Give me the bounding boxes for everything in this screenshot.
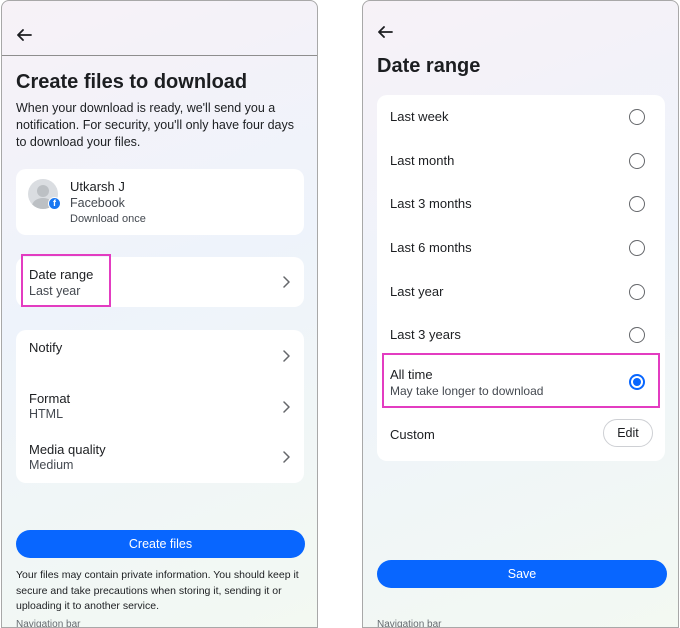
range-option-last-week[interactable]: Last week — [377, 95, 665, 138]
radio-selected-icon[interactable] — [629, 374, 645, 390]
header-divider — [2, 55, 317, 56]
create-files-screen: Create files to download When your downl… — [1, 0, 318, 628]
account-card: f Utkarsh J Facebook Download once — [16, 169, 304, 235]
date-range-value: Last year — [29, 284, 81, 298]
custom-label: Custom — [390, 427, 435, 442]
range-label: Last year — [390, 284, 444, 299]
radio-icon[interactable] — [629, 327, 645, 343]
range-option-last-6-months[interactable]: Last 6 months — [377, 226, 665, 269]
chevron-right-icon — [283, 451, 290, 463]
notify-row[interactable]: Notify — [16, 330, 304, 378]
navigation-bar-peek: Navigation bar — [16, 619, 81, 628]
date-range-row[interactable]: Date range Last year — [16, 257, 304, 307]
radio-icon[interactable] — [629, 284, 645, 300]
chevron-right-icon — [283, 401, 290, 413]
format-value: HTML — [29, 407, 64, 421]
range-option-all-time[interactable]: All time May take longer to download — [377, 359, 665, 409]
edit-button[interactable]: Edit — [603, 419, 653, 447]
account-note: Download once — [70, 213, 146, 225]
chevron-right-icon — [283, 350, 290, 362]
save-button[interactable]: Save — [377, 560, 667, 588]
create-files-button[interactable]: Create files — [16, 530, 305, 558]
range-label: Last 3 months — [390, 196, 472, 211]
range-option-last-month[interactable]: Last month — [377, 139, 665, 182]
media-quality-value: Medium — [29, 458, 74, 472]
page-title: Create files to download — [16, 71, 248, 93]
chevron-right-icon — [283, 276, 290, 288]
radio-icon[interactable] — [629, 240, 645, 256]
navigation-bar-peek: Navigation bar — [377, 619, 442, 628]
page-title: Date range — [377, 55, 481, 77]
range-label: Last week — [390, 109, 449, 124]
radio-icon[interactable] — [629, 196, 645, 212]
range-option-last-year[interactable]: Last year — [377, 270, 665, 313]
range-label: Last 6 months — [390, 240, 472, 255]
privacy-disclaimer: Your files may contain private informati… — [16, 569, 299, 612]
format-label: Format — [29, 391, 71, 406]
radio-icon[interactable] — [629, 153, 645, 169]
range-label: Last month — [390, 153, 455, 168]
date-range-options: Last week Last month Last 3 months Last … — [377, 95, 665, 461]
date-range-screen: Date range Last week Last month Last 3 m… — [362, 0, 679, 628]
account-name: Utkarsh J — [70, 179, 125, 194]
back-arrow-icon[interactable] — [371, 20, 399, 44]
range-option-last-3-years[interactable]: Last 3 years — [377, 313, 665, 356]
format-row[interactable]: Format HTML — [16, 382, 304, 430]
radio-icon[interactable] — [629, 109, 645, 125]
date-range-label: Date range — [29, 267, 94, 282]
intro-text: When your download is ready, we'll send … — [16, 101, 294, 149]
media-quality-label: Media quality — [29, 442, 106, 457]
range-label: Last 3 years — [390, 327, 461, 342]
range-label: All time — [390, 367, 433, 382]
media-quality-row[interactable]: Media quality Medium — [16, 433, 304, 481]
facebook-icon: f — [48, 197, 61, 210]
back-arrow-icon[interactable] — [10, 23, 38, 47]
range-sublabel: May take longer to download — [390, 384, 544, 398]
notify-label: Notify — [29, 340, 63, 355]
range-option-last-3-months[interactable]: Last 3 months — [377, 183, 665, 226]
options-card: Notify Format HTML Media quality Medium — [16, 330, 304, 483]
account-platform: Facebook — [70, 196, 125, 210]
